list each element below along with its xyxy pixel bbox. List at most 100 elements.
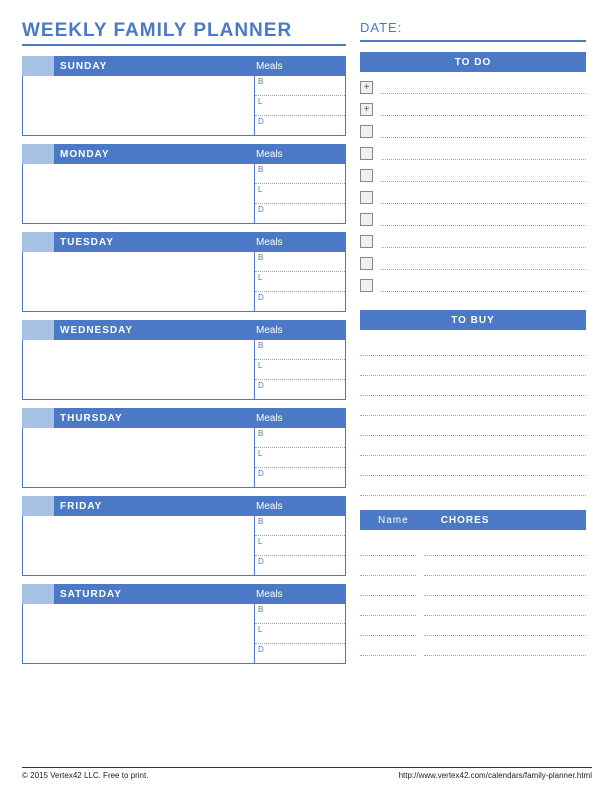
tobuy-line[interactable] <box>360 376 586 396</box>
chores-task-cell[interactable] <box>424 636 586 656</box>
chores-name-cell[interactable] <box>360 596 416 616</box>
todo-item: + <box>360 98 586 120</box>
chores-task-cell[interactable] <box>424 536 586 556</box>
day-notes[interactable] <box>23 252 255 311</box>
day-name: TUESDAY <box>54 232 256 252</box>
meal-dinner[interactable]: D <box>255 292 345 311</box>
todo-line[interactable] <box>381 80 586 94</box>
day-block: THURSDAY Meals B L D <box>22 408 346 488</box>
todo-item <box>360 230 586 252</box>
todo-line[interactable] <box>381 124 586 138</box>
day-name: MONDAY <box>54 144 256 164</box>
day-name: SUNDAY <box>54 56 256 76</box>
day-header: THURSDAY Meals <box>22 408 346 428</box>
footer-copyright: © 2015 Vertex42 LLC. Free to print. <box>22 771 148 780</box>
day-tab <box>22 408 54 428</box>
meals-label: Meals <box>256 496 346 516</box>
todo-line[interactable] <box>381 256 586 270</box>
chores-name-cell[interactable] <box>360 616 416 636</box>
tobuy-line[interactable] <box>360 456 586 476</box>
meal-breakfast[interactable]: B <box>255 340 345 360</box>
meal-breakfast[interactable]: B <box>255 516 345 536</box>
day-body: B L D <box>22 76 346 136</box>
left-column: WEEKLY FAMILY PLANNER SUNDAY Meals B L D… <box>22 20 346 672</box>
meals-label: Meals <box>256 408 346 428</box>
checkbox-icon[interactable] <box>360 147 373 160</box>
checkbox-icon[interactable] <box>360 235 373 248</box>
day-tab <box>22 56 54 76</box>
todo-line[interactable] <box>381 278 586 292</box>
tobuy-line[interactable] <box>360 436 586 456</box>
checkbox-icon[interactable]: + <box>360 103 373 116</box>
chores-name-cell[interactable] <box>360 536 416 556</box>
footer-url: http://www.vertex42.com/calendars/family… <box>399 771 592 780</box>
meal-dinner[interactable]: D <box>255 380 345 399</box>
day-notes[interactable] <box>23 516 255 575</box>
meal-breakfast[interactable]: B <box>255 604 345 624</box>
checkbox-icon[interactable]: + <box>360 81 373 94</box>
chores-task-cell[interactable] <box>424 596 586 616</box>
day-body: B L D <box>22 604 346 664</box>
day-notes[interactable] <box>23 76 255 135</box>
day-name: FRIDAY <box>54 496 256 516</box>
tobuy-line[interactable] <box>360 356 586 376</box>
todo-line[interactable] <box>381 234 586 248</box>
chores-task-cell[interactable] <box>424 556 586 576</box>
todo-line[interactable] <box>381 146 586 160</box>
meal-lunch[interactable]: L <box>255 624 345 644</box>
meal-lunch[interactable]: L <box>255 184 345 204</box>
day-notes[interactable] <box>23 604 255 663</box>
day-notes[interactable] <box>23 428 255 487</box>
day-meals: B L D <box>255 252 345 311</box>
todo-header: TO DO <box>360 52 586 72</box>
meal-lunch[interactable]: L <box>255 360 345 380</box>
day-body: B L D <box>22 516 346 576</box>
tobuy-line[interactable] <box>360 396 586 416</box>
todo-line[interactable] <box>381 168 586 182</box>
chores-name-cell[interactable] <box>360 556 416 576</box>
meal-breakfast[interactable]: B <box>255 252 345 272</box>
meal-breakfast[interactable]: B <box>255 428 345 448</box>
day-notes[interactable] <box>23 340 255 399</box>
day-meals: B L D <box>255 76 345 135</box>
todo-item <box>360 142 586 164</box>
todo-line[interactable] <box>381 212 586 226</box>
todo-line[interactable] <box>381 102 586 116</box>
meal-dinner[interactable]: D <box>255 556 345 575</box>
days-container: SUNDAY Meals B L D MONDAY Meals B L D <box>22 56 346 664</box>
checkbox-icon[interactable] <box>360 191 373 204</box>
meal-dinner[interactable]: D <box>255 644 345 663</box>
checkbox-icon[interactable] <box>360 257 373 270</box>
meal-breakfast[interactable]: B <box>255 164 345 184</box>
day-header: MONDAY Meals <box>22 144 346 164</box>
meal-dinner[interactable]: D <box>255 204 345 223</box>
day-name: THURSDAY <box>54 408 256 428</box>
checkbox-icon[interactable] <box>360 213 373 226</box>
footer: © 2015 Vertex42 LLC. Free to print. http… <box>22 767 592 780</box>
chores-name-cell[interactable] <box>360 636 416 656</box>
day-meals: B L D <box>255 340 345 399</box>
todo-item <box>360 186 586 208</box>
tobuy-line[interactable] <box>360 336 586 356</box>
meal-dinner[interactable]: D <box>255 116 345 135</box>
day-header: SATURDAY Meals <box>22 584 346 604</box>
meal-dinner[interactable]: D <box>255 468 345 487</box>
chores-name-cell[interactable] <box>360 576 416 596</box>
checkbox-icon[interactable] <box>360 279 373 292</box>
checkbox-icon[interactable] <box>360 125 373 138</box>
meal-lunch[interactable]: L <box>255 96 345 116</box>
chores-task-cell[interactable] <box>424 616 586 636</box>
tobuy-line[interactable] <box>360 476 586 496</box>
meal-lunch[interactable]: L <box>255 448 345 468</box>
meal-breakfast[interactable]: B <box>255 76 345 96</box>
todo-list: + + <box>360 76 586 296</box>
todo-line[interactable] <box>381 190 586 204</box>
chores-task-cell[interactable] <box>424 576 586 596</box>
day-notes[interactable] <box>23 164 255 223</box>
tobuy-list <box>360 336 586 496</box>
checkbox-icon[interactable] <box>360 169 373 182</box>
meal-lunch[interactable]: L <box>255 536 345 556</box>
chores-label: CHORES <box>441 515 490 526</box>
tobuy-line[interactable] <box>360 416 586 436</box>
meal-lunch[interactable]: L <box>255 272 345 292</box>
